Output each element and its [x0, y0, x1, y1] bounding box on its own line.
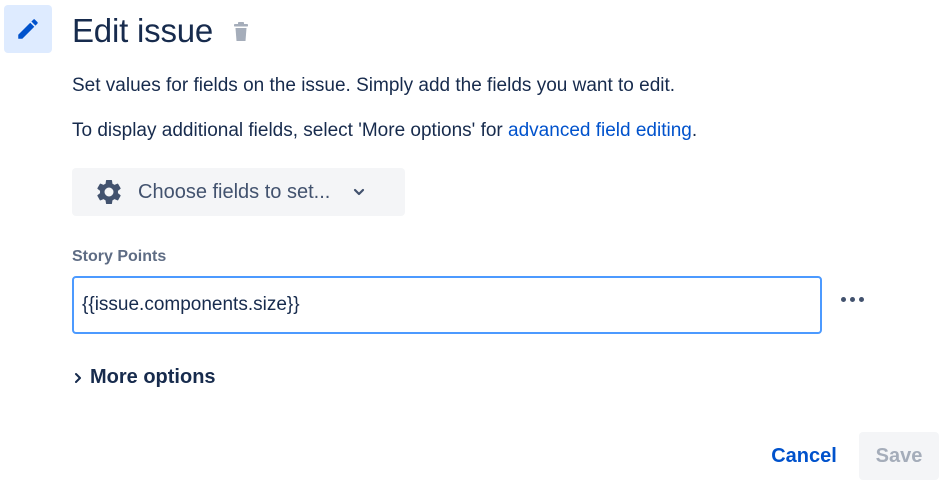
more-options-label: More options [90, 366, 216, 388]
page-title: Edit issue [72, 12, 214, 49]
story-points-input[interactable] [72, 276, 822, 334]
dot-icon [840, 296, 846, 302]
trash-icon[interactable] [232, 22, 250, 42]
advanced-field-editing-link[interactable]: advanced field editing [508, 120, 692, 141]
description-advanced: To display additional fields, select 'Mo… [72, 119, 697, 143]
save-button[interactable]: Save [859, 432, 939, 480]
chevron-right-icon [75, 372, 81, 383]
description-text: Set values for fields on the issue. Simp… [72, 75, 676, 96]
story-points-label: Story Points [72, 248, 167, 265]
gear-icon [97, 179, 121, 204]
dot-icon [849, 296, 855, 302]
dot-icon [858, 296, 864, 302]
chevron-down-icon [354, 188, 365, 196]
edit-pencil-icon-badge [4, 5, 52, 53]
choose-fields-label: Choose fields to set... [138, 180, 331, 203]
description-advanced-prefix: To display additional fields, select 'Mo… [72, 120, 509, 141]
choose-fields-button[interactable]: Choose fields to set... [72, 168, 405, 216]
pencil-icon [18, 19, 38, 39]
more-options-toggle[interactable]: More options [72, 366, 216, 389]
description-advanced-suffix: . [691, 120, 698, 141]
cancel-button[interactable]: Cancel [760, 432, 848, 480]
field-more-actions-button[interactable] [832, 286, 872, 312]
